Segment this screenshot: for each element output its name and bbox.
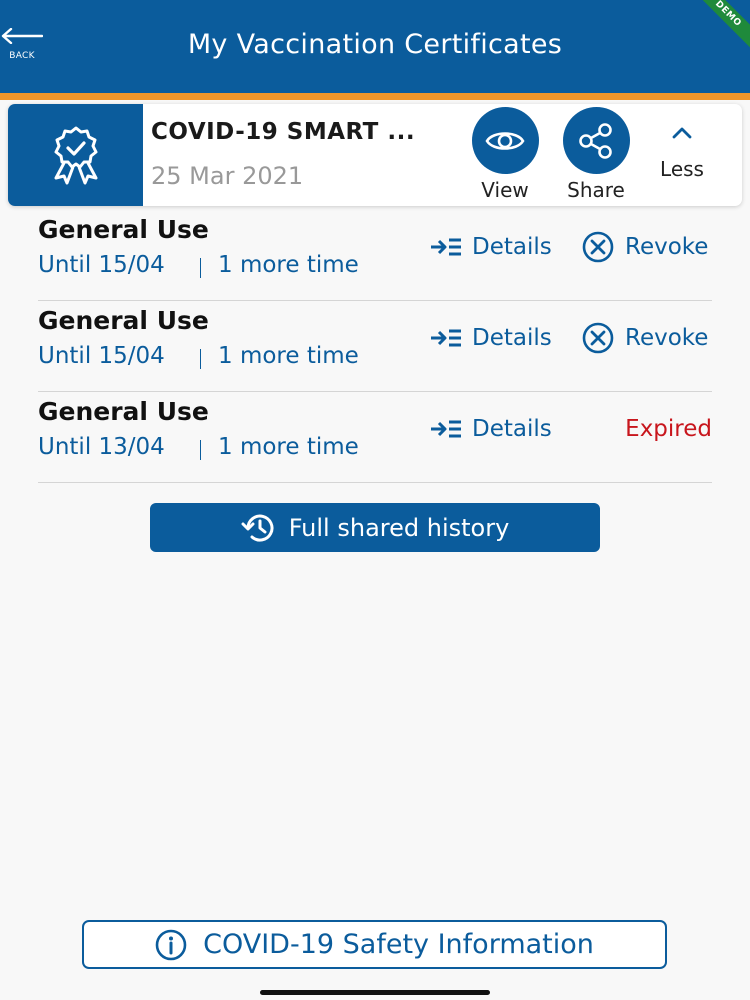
share-label: Share [567,178,625,202]
expired-status: Expired [625,416,712,442]
details-label: Details [472,325,552,351]
safety-info-label: COVID-19 Safety Information [203,929,594,960]
view-label: View [481,178,529,202]
view-button[interactable]: View [465,107,545,202]
revoke-label: Revoke [625,234,709,260]
share-circle [562,107,630,174]
revoke-label: Revoke [625,325,709,351]
full-history-label: Full shared history [288,513,510,542]
revoke-button[interactable]: Revoke [582,322,709,354]
details-button[interactable]: Details [430,414,552,444]
safety-info-button[interactable]: COVID-19 Safety Information [82,920,667,969]
share-row: General Use Until 13/04 1 more time Deta… [38,392,712,483]
share-uses: 1 more time [218,343,359,369]
award-rosette-icon [54,126,97,185]
share-title: General Use [38,215,209,244]
share-nodes-icon [579,122,612,159]
share-until: Until 13/04 [38,434,165,460]
revoke-button[interactable]: Revoke [582,231,709,263]
home-indicator[interactable] [260,990,490,995]
less-label: Less [660,157,704,181]
chevron-up-icon [672,127,692,139]
share-uses: 1 more time [218,252,359,278]
details-list-icon [431,329,461,347]
view-circle [471,107,539,174]
share-until: Until 15/04 [38,252,165,278]
less-button[interactable]: Less [642,124,722,181]
share-title: General Use [38,397,209,426]
share-uses: 1 more time [218,434,359,460]
circle-x-icon [582,231,614,263]
details-label: Details [472,416,552,442]
circle-x-icon [582,322,614,354]
details-button[interactable]: Details [430,323,552,353]
details-label: Details [472,234,552,260]
share-row: General Use Until 15/04 1 more time Deta… [38,301,712,392]
share-separator [200,440,201,460]
share-separator [200,349,201,369]
share-title: General Use [38,306,209,335]
details-list-icon [431,238,461,256]
certificate-title: COVID-19 SMART ... [151,119,416,145]
share-until: Until 15/04 [38,343,165,369]
header-accent-stripe [0,93,750,100]
info-circle-icon [155,929,187,960]
history-clock-icon [241,514,274,542]
full-history-button[interactable]: Full shared history [150,503,600,552]
eye-icon [485,131,525,150]
details-list-icon [431,420,461,438]
certificate-date: 25 Mar 2021 [151,162,304,190]
share-row: General Use Until 15/04 1 more time Deta… [38,210,712,301]
share-separator [200,258,201,278]
certificate-badge [8,104,143,206]
certificate-card[interactable]: COVID-19 SMART ... 25 Mar 2021 View Shar… [8,104,742,206]
details-button[interactable]: Details [430,232,552,262]
page-title: My Vaccination Certificates [187,29,563,60]
app-header: BACK My Vaccination Certificates DEMO [0,0,750,93]
share-button[interactable]: Share [556,107,636,202]
